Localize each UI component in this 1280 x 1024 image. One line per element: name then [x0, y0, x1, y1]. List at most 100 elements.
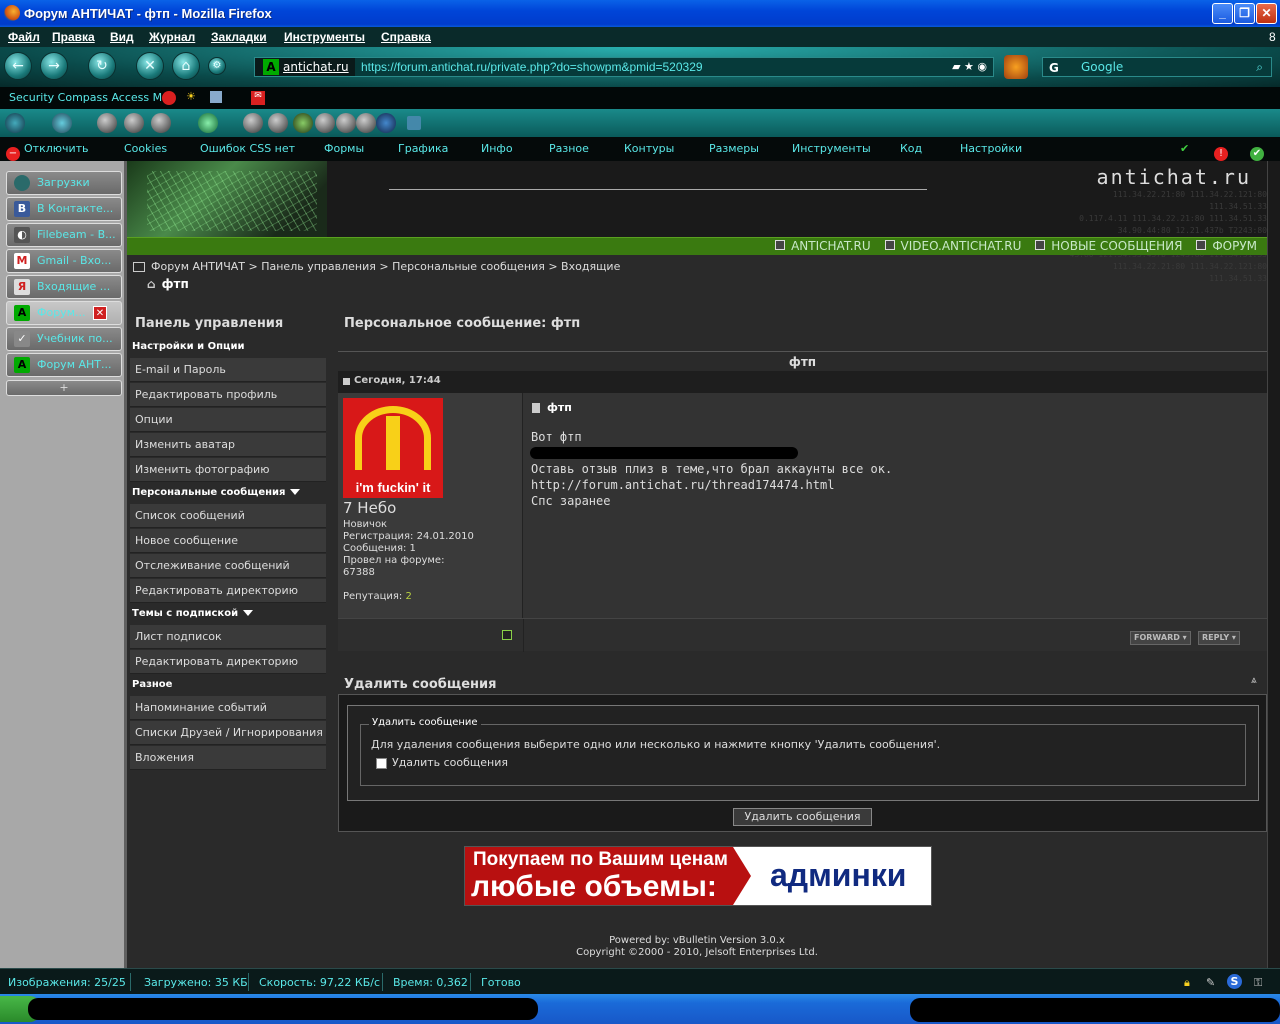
wd-misc[interactable]: Разное	[549, 142, 589, 155]
tab-inbox[interactable]: Я Входящие ...	[6, 275, 122, 299]
cp-edit-folders[interactable]: Редактировать директорию	[130, 579, 326, 603]
section-pm[interactable]: Персональные сообщения	[132, 487, 301, 498]
disk-icon[interactable]	[97, 113, 117, 133]
tab-tutorial[interactable]: ✓ Учебник по...	[6, 327, 122, 351]
refresh-icon[interactable]	[198, 113, 218, 133]
sun-icon[interactable]: ☀	[186, 90, 196, 103]
ad-banner[interactable]: Покупаем по Вашим ценам любые объемы: ад…	[464, 846, 932, 906]
wd-resize[interactable]: Размеры	[709, 142, 759, 155]
username[interactable]: 7 Небо	[343, 499, 396, 517]
search-icon[interactable]: ⌕	[1256, 58, 1263, 76]
cp-change-avatar[interactable]: Изменить аватар	[130, 433, 326, 457]
collapse-arrow-icon[interactable]	[243, 610, 254, 616]
star-icon[interactable]: ▰ ★ ◉	[952, 60, 987, 73]
cp-subscription-list[interactable]: Лист подписок	[130, 625, 326, 649]
menu-history[interactable]: Журнал	[149, 30, 195, 44]
wd-info[interactable]: Инфо	[481, 142, 513, 155]
wd-images[interactable]: Графика	[398, 142, 448, 155]
cp-track-messages[interactable]: Отслеживание сообщений	[130, 554, 326, 578]
addon-icon[interactable]: ⚙	[208, 57, 226, 75]
breadcrumb-text[interactable]: Форум АНТИЧАТ > Панель управления > Перс…	[151, 260, 620, 273]
tool1-icon[interactable]	[243, 113, 263, 133]
lens-icon[interactable]	[356, 113, 376, 133]
link-new-messages[interactable]: НОВЫЕ СООБЩЕНИЯ	[1035, 239, 1182, 253]
cp-email-password[interactable]: E-mail и Пароль	[130, 358, 326, 382]
maximize-button[interactable]: ❐	[1234, 3, 1255, 24]
reply-button[interactable]: REPLY ▾	[1198, 631, 1240, 645]
reload-icon[interactable]: ↻	[88, 52, 116, 80]
menu-file[interactable]: Файл	[8, 30, 40, 44]
extension-icon[interactable]	[1004, 55, 1028, 79]
collapse-arrow-icon[interactable]	[290, 489, 301, 495]
close-tab-icon[interactable]: ✕	[93, 306, 107, 320]
site-logo[interactable]: antichat.ru	[1097, 165, 1251, 189]
delete-messages-button[interactable]: Удалить сообщения	[733, 808, 872, 826]
cp-buddy-ignore[interactable]: Списки Друзей / Игнорирования	[130, 721, 326, 745]
menu-help[interactable]: Справка	[381, 30, 431, 44]
cp-edit-sub-folders[interactable]: Редактировать директорию	[130, 650, 326, 674]
link-antichat[interactable]: ANTICHAT.RU	[775, 239, 871, 253]
addon-status-icon[interactable]: ⚿	[1254, 976, 1262, 990]
collapse-icon[interactable]: ⩓	[1251, 675, 1257, 686]
tab-forum-active[interactable]: A Форум... ✕	[6, 301, 122, 325]
tab-downloads[interactable]: Загрузки	[6, 171, 122, 195]
site-identity[interactable]: Aantichat.ru	[255, 58, 355, 76]
delete-checkbox-row[interactable]: Удалить сообщения	[376, 756, 508, 769]
wd-tools[interactable]: Инструменты	[792, 142, 871, 155]
disk2-icon[interactable]	[124, 113, 144, 133]
camera-icon[interactable]	[268, 113, 288, 133]
cp-new-message[interactable]: Новое сообщение	[130, 529, 326, 553]
tab-gmail[interactable]: M Gmail - Вхо...	[6, 249, 122, 273]
new-tab-button[interactable]: +	[6, 380, 122, 396]
tab-forum2[interactable]: A Форум АНТ...	[6, 353, 122, 377]
cp-event-reminders[interactable]: Напоминание событий	[130, 696, 326, 720]
lock-icon[interactable]: 🔒︎	[1184, 976, 1190, 990]
bug-icon[interactable]	[336, 113, 356, 133]
breadcrumb[interactable]: Форум АНТИЧАТ > Панель управления > Перс…	[133, 260, 620, 273]
link-forum[interactable]: ФОРУМ	[1196, 239, 1257, 253]
url-text[interactable]: https://forum.antichat.ru/private.php?do…	[361, 60, 703, 74]
record-icon[interactable]	[162, 91, 176, 105]
wd-outline[interactable]: Контуры	[624, 142, 674, 155]
cp-message-list[interactable]: Список сообщений	[130, 504, 326, 528]
mail-icon[interactable]: ✉	[251, 91, 265, 105]
stop-icon[interactable]: ✕	[136, 52, 164, 80]
menu-edit[interactable]: Правка	[52, 30, 95, 44]
cp-attachments[interactable]: Вложения	[130, 746, 326, 770]
valid-check-icon[interactable]: ✔	[1180, 142, 1189, 155]
skype-icon[interactable]	[376, 113, 396, 133]
tab-filebeam[interactable]: ◐ Filebeam - В...	[6, 223, 122, 247]
address-bar[interactable]: Aantichat.ru https://forum.antichat.ru/p…	[254, 57, 994, 77]
avatar[interactable]: i'm fuckin' it	[343, 398, 443, 498]
bookmark-security-compass[interactable]: Security Compass Access Me	[9, 91, 169, 104]
disk3-icon[interactable]	[151, 113, 171, 133]
grid-icon[interactable]	[407, 116, 421, 130]
cp-edit-profile[interactable]: Редактировать профиль	[130, 383, 326, 407]
wd-disable[interactable]: Отключить	[24, 142, 89, 155]
skype-status-icon[interactable]: S	[1227, 974, 1242, 989]
globe-icon[interactable]	[5, 113, 25, 133]
wd-css[interactable]: Ошибок CSS нет	[200, 142, 295, 155]
wd-options[interactable]: Настройки	[960, 142, 1022, 155]
menu-bookmarks[interactable]: Закладки	[211, 30, 267, 44]
close-button[interactable]: ✕	[1256, 3, 1277, 24]
forward-icon[interactable]: →	[40, 52, 68, 80]
wd-source[interactable]: Код	[900, 142, 922, 155]
pen-icon[interactable]: ✎	[1206, 976, 1215, 989]
wd-forms[interactable]: Формы	[324, 142, 364, 155]
check-icon[interactable]	[52, 113, 72, 133]
link-video[interactable]: VIDEO.ANTICHAT.RU	[885, 239, 1022, 253]
delete-checkbox[interactable]	[376, 757, 387, 769]
shield-icon[interactable]	[293, 113, 313, 133]
gear-icon[interactable]	[315, 113, 335, 133]
section-subscriptions[interactable]: Темы с подпиской	[132, 608, 254, 619]
cp-change-photo[interactable]: Изменить фотографию	[130, 458, 326, 482]
message-link[interactable]: http://forum.antichat.ru/thread174474.ht…	[531, 478, 834, 492]
page-icon[interactable]	[210, 91, 222, 103]
forward-button[interactable]: FORWARD ▾	[1130, 631, 1191, 645]
tab-vkontakte[interactable]: B В Контакте...	[6, 197, 122, 221]
menu-tools[interactable]: Инструменты	[284, 30, 365, 44]
back-icon[interactable]: ←	[4, 52, 32, 80]
wd-cookies[interactable]: Cookies	[124, 142, 167, 155]
page-scrollbar[interactable]	[1267, 161, 1280, 968]
